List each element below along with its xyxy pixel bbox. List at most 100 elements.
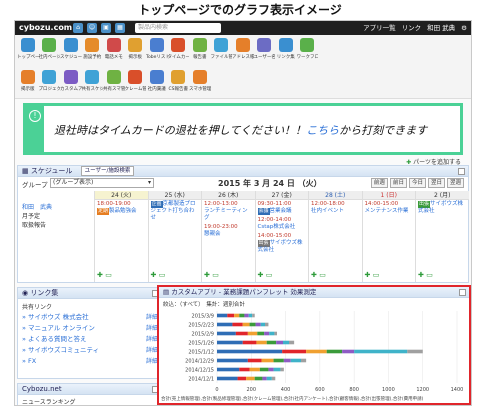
bar-segment[interactable] bbox=[354, 349, 408, 354]
bar-segment[interactable] bbox=[273, 367, 281, 372]
schedule-event[interactable]: 18:00-19:00 定期製品勉強会 bbox=[95, 200, 148, 216]
user-name[interactable]: 和田 武典 bbox=[427, 23, 455, 33]
nav-button-1[interactable]: 前日 bbox=[389, 178, 407, 188]
bar-segment[interactable] bbox=[342, 349, 355, 354]
add-event-icon[interactable]: ✚ ▭ bbox=[97, 271, 112, 279]
bar-segment[interactable] bbox=[246, 376, 255, 381]
schedule-event[interactable]: 09:30-11:00 会議営業会議 bbox=[256, 200, 309, 216]
bar-segment[interactable] bbox=[271, 376, 276, 381]
bar-segment[interactable] bbox=[235, 331, 248, 336]
day-header[interactable]: 27 (金) bbox=[255, 191, 308, 200]
link-name[interactable]: » よくある質問と答え bbox=[22, 335, 87, 344]
panel-menu-icon[interactable] bbox=[458, 168, 465, 175]
app-icon-13[interactable]: ワークフロー bbox=[297, 35, 318, 67]
event-title[interactable]: 製品勉強会 bbox=[109, 208, 137, 214]
app-icon-8[interactable]: スマホ管理 bbox=[189, 67, 211, 99]
calendar-icon[interactable]: ▦ bbox=[115, 23, 125, 33]
schedule-event[interactable]: 12:00-13:00 ランチミーティング bbox=[202, 200, 255, 223]
bar-segment[interactable] bbox=[266, 340, 277, 345]
bar-segment[interactable] bbox=[254, 376, 263, 381]
bar-segment[interactable] bbox=[255, 322, 261, 327]
bar-segment[interactable] bbox=[249, 322, 256, 327]
bar-segment[interactable] bbox=[217, 322, 233, 327]
nav-button-2[interactable]: 今日 bbox=[408, 178, 426, 188]
bar-segment[interactable] bbox=[242, 322, 250, 327]
bar-segment[interactable] bbox=[234, 313, 240, 318]
add-event-icon[interactable]: ✚ ▭ bbox=[204, 271, 219, 279]
bar-segment[interactable] bbox=[239, 367, 250, 372]
group-select[interactable]: (グループ表示) ▾ bbox=[50, 178, 154, 188]
app-icon-12[interactable]: リンク集 bbox=[275, 35, 297, 67]
app-icon-4[interactable]: 共有スマ管理 bbox=[103, 67, 125, 99]
day-header[interactable]: 2 (月) bbox=[416, 191, 469, 200]
add-event-icon[interactable]: ✚ ▭ bbox=[311, 271, 326, 279]
bar-segment[interactable] bbox=[217, 313, 228, 318]
link-name[interactable]: » サイボウズ 株式会社 bbox=[22, 313, 89, 322]
app-icon-7[interactable]: タイムカード bbox=[168, 35, 189, 67]
bar-segment[interactable] bbox=[283, 358, 291, 363]
app-icon-7[interactable]: CS報告書 bbox=[168, 67, 190, 99]
event-title[interactable]: 懇親会 bbox=[204, 231, 221, 237]
bar-segment[interactable] bbox=[273, 358, 284, 363]
add-event-icon[interactable]: ✚ ▭ bbox=[258, 271, 273, 279]
bar-segment[interactable] bbox=[217, 340, 243, 345]
bar-segment[interactable] bbox=[244, 313, 249, 318]
bar-segment[interactable] bbox=[247, 331, 258, 336]
app-icon-10[interactable]: アドレス帳 bbox=[232, 35, 254, 67]
nav-button-3[interactable]: 翌日 bbox=[427, 178, 445, 188]
bar-segment[interactable] bbox=[280, 367, 284, 372]
link-menu[interactable]: リンク bbox=[402, 23, 422, 33]
bar-segment[interactable] bbox=[217, 367, 240, 372]
app-icon-0[interactable]: トップページ bbox=[17, 35, 39, 67]
panel-menu-icon[interactable] bbox=[459, 289, 466, 296]
people-icon[interactable]: ☺ bbox=[87, 23, 97, 33]
app-icon-8[interactable]: 報告書 bbox=[189, 35, 211, 67]
day-header[interactable]: 1 (日) bbox=[362, 191, 415, 200]
event-title[interactable]: Cstap株式会社 bbox=[258, 224, 296, 230]
bar-segment[interactable] bbox=[237, 376, 247, 381]
bar-segment[interactable] bbox=[301, 358, 307, 363]
event-title[interactable]: 社内イベント bbox=[311, 208, 344, 214]
bar-segment[interactable] bbox=[252, 313, 255, 318]
app-icon-5[interactable]: 掲示板 bbox=[125, 35, 147, 67]
app-icon-11[interactable]: ユーザー名簿 bbox=[254, 35, 275, 67]
schedule-event[interactable]: 出張サイボウズ株式会社 bbox=[416, 200, 469, 216]
app-icon-1[interactable]: プロジェクト bbox=[39, 67, 60, 99]
schedule-event[interactable]: 14:00-15:00 出張サイボウズ株式会社 bbox=[256, 232, 309, 255]
event-title[interactable]: ランチミーティング bbox=[204, 208, 248, 221]
bar-segment[interactable] bbox=[261, 358, 274, 363]
home-icon[interactable]: ⌂ bbox=[73, 23, 83, 33]
bar-segment[interactable] bbox=[326, 349, 343, 354]
app-icon-0[interactable]: 掲示版 bbox=[17, 67, 39, 99]
bar-segment[interactable] bbox=[232, 322, 243, 327]
bar-segment[interactable] bbox=[265, 322, 269, 327]
bar-segment[interactable] bbox=[256, 340, 267, 345]
app-icon-3[interactable]: 施設予約 bbox=[82, 35, 104, 67]
day-header[interactable]: 24 (火) bbox=[95, 191, 148, 200]
bar-segment[interactable] bbox=[217, 376, 238, 381]
schedule-event[interactable]: 12:00-18:00 社内イベント bbox=[309, 200, 362, 216]
search-input[interactable]: 製品内検索 bbox=[135, 23, 221, 33]
nav-button-4[interactable]: 翌週 bbox=[446, 178, 464, 188]
bar-segment[interactable] bbox=[247, 358, 262, 363]
bar-segment[interactable] bbox=[306, 349, 327, 354]
add-event-icon[interactable]: ✚ ▭ bbox=[365, 271, 380, 279]
bar-segment[interactable] bbox=[282, 349, 307, 354]
bar-segment[interactable] bbox=[274, 331, 277, 336]
link-name[interactable]: » マニュアル オンライン bbox=[22, 324, 95, 333]
app-icon-4[interactable]: 電話メモ bbox=[103, 35, 125, 67]
gear-icon[interactable]: ⚙ bbox=[461, 23, 467, 33]
app-icon[interactable]: ▣ bbox=[101, 23, 111, 33]
app-icon-3[interactable]: 共有スケジュール bbox=[82, 67, 103, 99]
bar-segment[interactable] bbox=[217, 349, 283, 354]
schedule-event[interactable]: 企画京都製造プロジェクト打ち合わせ bbox=[149, 200, 202, 223]
bar-segment[interactable] bbox=[283, 340, 289, 345]
bar-segment[interactable] bbox=[269, 331, 275, 336]
user-search-button[interactable]: ユーザー/施設検索 bbox=[80, 166, 135, 176]
news-ranking-link[interactable]: ニュースランキング bbox=[18, 395, 162, 405]
app-icon-9[interactable]: ファイル管理 bbox=[211, 35, 232, 67]
bar-segment[interactable] bbox=[239, 313, 245, 318]
app-list-menu[interactable]: アプリ一覧 bbox=[363, 23, 396, 33]
schedule-event[interactable]: 12:00-14:00 Cstap株式会社 bbox=[256, 216, 309, 232]
event-title[interactable]: 営業会議 bbox=[270, 208, 292, 214]
